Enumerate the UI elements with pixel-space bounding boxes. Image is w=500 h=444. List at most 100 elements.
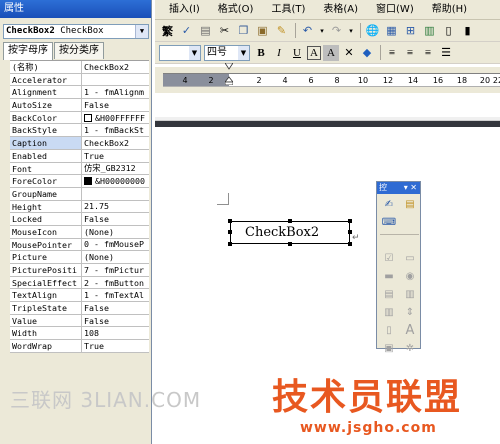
scrollbar-tool-icon[interactable]: ▯	[380, 322, 398, 338]
command-button-tool-icon[interactable]: ▬	[380, 268, 398, 284]
resize-handle[interactable]	[228, 242, 232, 246]
property-value[interactable]: (None)	[82, 251, 149, 263]
menu-format[interactable]: 格式(O)	[209, 0, 263, 20]
indent-marker[interactable]	[225, 63, 233, 85]
property-value[interactable]: 108	[82, 327, 149, 339]
property-row[interactable]: TextAlign 1 - fmTextAl	[10, 289, 149, 303]
property-row[interactable]: BackColor &H00FFFFFF	[10, 111, 149, 125]
property-row[interactable]: Width 108	[10, 327, 149, 341]
insert-excel-icon[interactable]: ▥	[421, 22, 438, 39]
property-row[interactable]: Height 21.75	[10, 200, 149, 214]
align-justify-icon[interactable]: ≡	[384, 45, 400, 61]
menu-help[interactable]: 帮助(H)	[423, 0, 476, 20]
cut-icon[interactable]: ✂	[216, 22, 233, 39]
property-value[interactable]: True	[82, 340, 149, 352]
checkbox-control[interactable]: CheckBox2	[228, 219, 352, 246]
property-value[interactable]: False	[82, 213, 149, 225]
font-size-combo[interactable]: 四号 ▼	[204, 44, 250, 61]
insert-table-icon[interactable]: ⊞	[402, 22, 419, 39]
paste-icon[interactable]: ▣	[254, 22, 271, 39]
property-value[interactable]: 2 - fmButton	[82, 277, 149, 289]
char-scale-icon[interactable]: ✕	[341, 45, 357, 61]
redo-icon[interactable]: ↷	[328, 22, 345, 39]
property-row[interactable]: ForeColor &H00000000	[10, 175, 149, 188]
align-center-icon[interactable]: ≡	[402, 45, 418, 61]
property-row[interactable]: BackStyle 1 - fmBackSt	[10, 124, 149, 138]
menu-insert[interactable]: 插入(I)	[155, 0, 209, 20]
char-shading-icon[interactable]: A	[323, 44, 339, 61]
property-value[interactable]: True	[82, 150, 149, 162]
toolbox-title-bar[interactable]: 控 ▾ ✕	[377, 182, 420, 194]
property-value[interactable]: &H00000000	[82, 175, 149, 187]
property-value[interactable]	[82, 74, 149, 86]
property-value[interactable]: 仿宋_GB2312	[82, 163, 149, 175]
property-row[interactable]: WordWrap True	[10, 340, 149, 353]
close-icon[interactable]: ✕	[410, 183, 417, 192]
drawing-icon[interactable]: ▮	[459, 22, 476, 39]
menu-window[interactable]: 窗口(W)	[367, 0, 423, 20]
property-value[interactable]: CheckBox2	[82, 137, 149, 149]
property-value[interactable]	[82, 188, 149, 200]
checkbox-tool-icon[interactable]: ☑	[380, 250, 398, 266]
underline-button[interactable]: U	[289, 45, 305, 61]
undo-dropdown-icon[interactable]: ▾	[318, 22, 326, 39]
resize-handle[interactable]	[348, 219, 352, 223]
hyperlink-icon[interactable]: 🌐	[364, 22, 381, 39]
resize-handle[interactable]	[228, 219, 232, 223]
align-right-icon[interactable]: ≡	[420, 45, 436, 61]
view-code-icon[interactable]: ⌨	[380, 214, 398, 230]
traditional-chinese-icon[interactable]: 繁	[159, 22, 176, 39]
chevron-down-icon[interactable]: ▼	[135, 25, 148, 38]
property-value[interactable]: False	[82, 99, 149, 111]
control-toolbox[interactable]: 控 ▾ ✕ ✍ ▤ ⌨ ☑ ▭ ▬ ◉ ▤ ▥ ▥ ⇕ ▯ A ▣ ✲	[376, 181, 421, 354]
image-tool-icon[interactable]: ▣	[380, 340, 398, 356]
property-row[interactable]: Locked False	[10, 213, 149, 226]
toggle-button-tool-icon[interactable]: ▥	[380, 304, 398, 320]
research-icon[interactable]: ▤	[197, 22, 214, 39]
property-value[interactable]: 7 - fmPictur	[82, 264, 149, 276]
spell-check-icon[interactable]: ✓	[178, 22, 195, 39]
property-row[interactable]: TripleState False	[10, 302, 149, 315]
chevron-down-icon[interactable]: ▾	[404, 183, 408, 192]
property-value[interactable]: CheckBox2	[82, 61, 149, 73]
property-row[interactable]: SpecialEffect 2 - fmButton	[10, 276, 149, 290]
menu-tools[interactable]: 工具(T)	[262, 0, 314, 20]
object-selector[interactable]: CheckBox2 CheckBox ▼	[3, 24, 149, 39]
property-row[interactable]: GroupName	[10, 187, 149, 201]
listbox-tool-icon[interactable]: ▤	[380, 286, 398, 302]
char-border-button[interactable]: A	[307, 45, 321, 60]
label-tool-icon[interactable]: A	[401, 322, 419, 338]
property-row[interactable]: Alignment 1 - fmAlignm	[10, 86, 149, 100]
property-row[interactable]: PicturePositi 7 - fmPictur	[10, 264, 149, 277]
property-value[interactable]: 1 - fmTextAl	[82, 289, 149, 301]
tables-borders-icon[interactable]: ▦	[383, 22, 400, 39]
chevron-down-icon[interactable]: ▼	[189, 45, 200, 60]
property-row-selected[interactable]: Caption CheckBox2	[10, 137, 149, 150]
property-value[interactable]: 1 - fmAlignm	[82, 86, 149, 98]
columns-icon[interactable]: ▯	[440, 22, 457, 39]
property-value[interactable]: 0 - fmMouseP	[82, 239, 149, 251]
font-name-combo[interactable]: ▼	[159, 44, 201, 61]
distributed-icon[interactable]: ☰	[438, 45, 454, 61]
property-value[interactable]: False	[82, 302, 149, 314]
tab-categorized[interactable]: 按分类序	[54, 42, 104, 59]
property-value[interactable]: False	[82, 315, 149, 327]
property-row[interactable]: Enabled True	[10, 149, 149, 163]
copy-icon[interactable]: ❐	[235, 22, 252, 39]
property-row[interactable]: Accelerator	[10, 73, 149, 87]
combobox-tool-icon[interactable]: ▥	[401, 286, 419, 302]
property-row[interactable]: MousePointer 0 - fmMouseP	[10, 238, 149, 252]
property-row[interactable]: Value False	[10, 314, 149, 328]
spin-button-tool-icon[interactable]: ⇕	[401, 304, 419, 320]
properties-icon[interactable]: ▤	[401, 196, 419, 212]
property-value[interactable]: &H00FFFFFF	[82, 112, 149, 124]
highlight-icon[interactable]: ◆	[359, 45, 375, 61]
property-row[interactable]: Font 仿宋_GB2312	[10, 162, 149, 176]
menu-table[interactable]: 表格(A)	[314, 0, 367, 20]
property-row[interactable]: MouseIcon (None)	[10, 225, 149, 239]
tab-alphabetic[interactable]: 按字母序	[3, 42, 53, 60]
property-row[interactable]: AutoSize False	[10, 99, 149, 112]
property-value[interactable]: 21.75	[82, 201, 149, 213]
resize-handle[interactable]	[288, 242, 292, 246]
format-painter-icon[interactable]: ✎	[273, 22, 290, 39]
